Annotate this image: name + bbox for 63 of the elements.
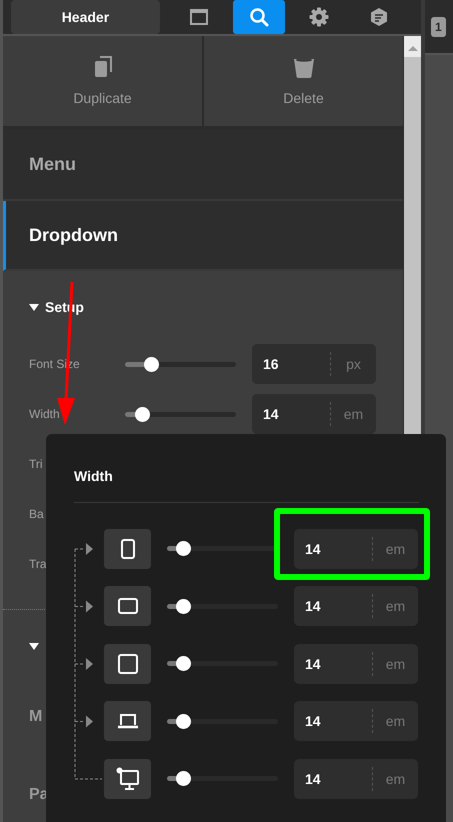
device-button[interactable]: [104, 758, 151, 799]
slider-handle[interactable]: [176, 598, 191, 614]
unit-label: em: [372, 766, 418, 791]
number-field[interactable]: 14 em: [294, 758, 418, 799]
search-icon: [248, 7, 269, 27]
unit-label: em: [372, 709, 418, 734]
square-screen-icon: [116, 652, 138, 675]
slider-track[interactable]: [125, 356, 236, 372]
window-icon: [188, 7, 209, 27]
slider-track[interactable]: [167, 598, 278, 614]
number-field[interactable]: 14 em: [252, 394, 376, 434]
property-label: M: [29, 708, 42, 726]
popup-title: Width: [74, 468, 114, 486]
settings-icon: [308, 7, 329, 27]
tablet-icon: [116, 597, 138, 616]
nav-item[interactable]: Dropdown: [3, 201, 403, 271]
nav-item[interactable]: Menu: [3, 129, 403, 201]
slider-track[interactable]: [167, 771, 278, 786]
property-label: Width: [29, 407, 61, 421]
slider-track[interactable]: [167, 656, 278, 672]
number-field[interactable]: 14 em: [294, 528, 418, 569]
slider-handle[interactable]: [176, 541, 191, 556]
slider-handle[interactable]: [176, 771, 191, 786]
field-value: 14: [304, 713, 322, 730]
number-field[interactable]: 16 px: [252, 344, 376, 384]
desktop-icon: [116, 766, 140, 791]
trash-icon: [292, 56, 314, 78]
field-value: 14: [304, 770, 322, 787]
collapse-triangle-icon[interactable]: [29, 304, 39, 310]
field-value: 16: [262, 356, 280, 372]
number-field[interactable]: 14 em: [294, 644, 418, 684]
hexagon-note-icon: [369, 7, 389, 27]
device-button[interactable]: [104, 701, 151, 742]
property-label: Tri: [29, 457, 44, 471]
field-value: 14: [304, 656, 322, 672]
unit-label: px: [330, 352, 376, 376]
slider-handle[interactable]: [176, 714, 191, 729]
unit-label: em: [372, 594, 418, 618]
slider-handle[interactable]: [176, 656, 191, 672]
field-value: 14: [262, 406, 280, 422]
property-label: Ba: [29, 507, 45, 521]
number-field[interactable]: 14 em: [294, 586, 418, 626]
header-button[interactable]: Header: [11, 0, 160, 34]
unit-label: em: [372, 536, 418, 561]
duplicate-icon: [94, 56, 112, 78]
field-value: 14: [304, 540, 322, 557]
laptop-icon: [116, 712, 138, 730]
device-button[interactable]: [104, 528, 151, 569]
slider-handle[interactable]: [144, 356, 159, 372]
unit-label: em: [372, 652, 418, 676]
unit-label: em: [330, 402, 376, 426]
field-value: 14: [304, 598, 322, 614]
property-label: Tra: [29, 557, 48, 571]
slider-track[interactable]: [125, 406, 236, 422]
device-button[interactable]: [104, 644, 151, 684]
device-button[interactable]: [104, 586, 151, 626]
badge: 1: [431, 16, 446, 36]
phone-icon: [120, 538, 136, 560]
toolbar-button[interactable]: [232, 0, 285, 34]
collapse-triangle-icon[interactable]: [29, 642, 39, 650]
slider-track[interactable]: [167, 714, 278, 729]
number-field[interactable]: 14 em: [294, 701, 418, 742]
slider-handle[interactable]: [134, 406, 150, 422]
